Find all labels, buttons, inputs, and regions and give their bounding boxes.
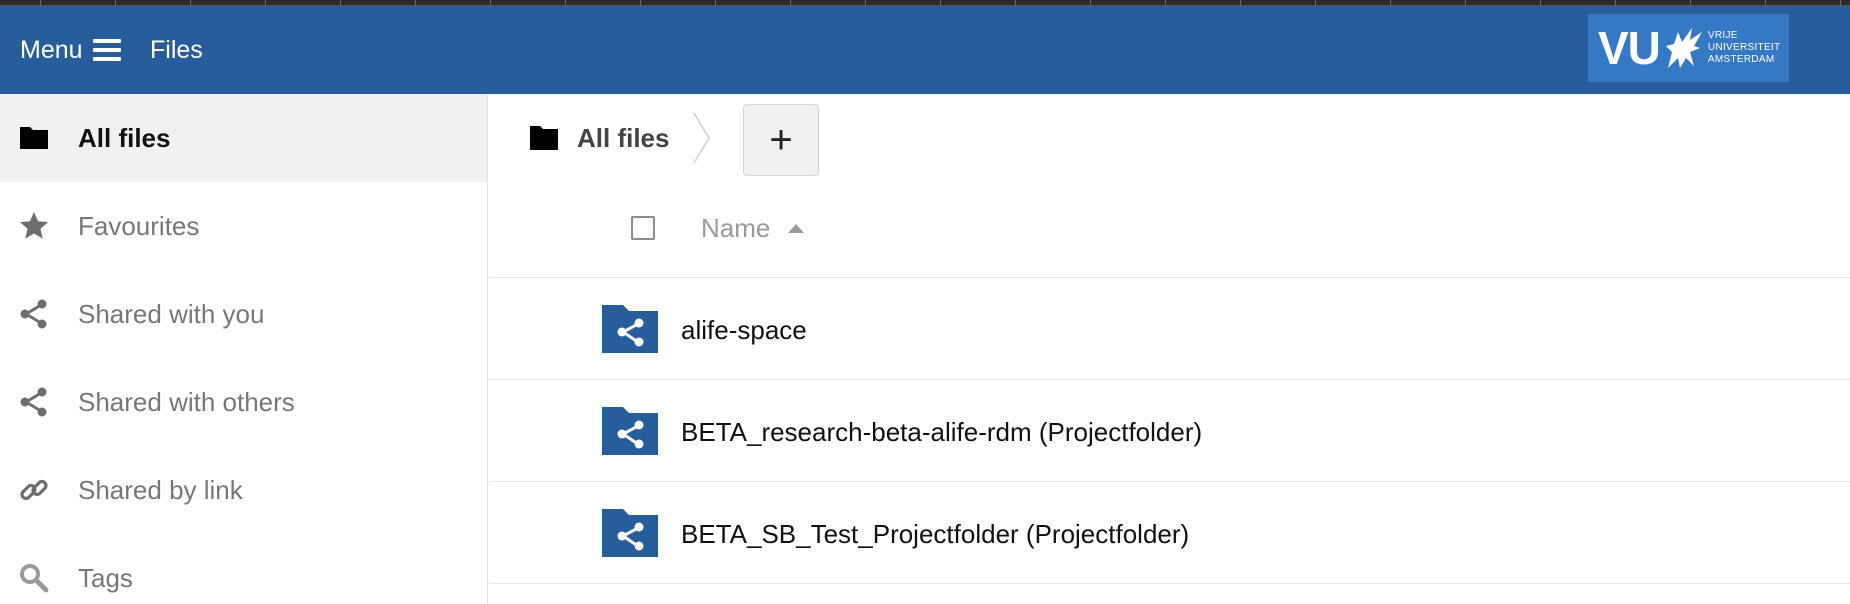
sidebar-item-label: Favourites [78, 210, 200, 241]
menu-button[interactable]: Menu [20, 32, 121, 68]
logo-university-name: VRIJE UNIVERSITEIT AMSTERDAM [1707, 30, 1781, 65]
new-button[interactable]: + [743, 104, 819, 176]
shared-folder-icon [602, 407, 658, 455]
breadcrumb-label: All files [577, 122, 670, 153]
table-row[interactable]: BETA_research-beta-alife-rdm (Projectfol… [489, 380, 1850, 482]
sidebar-item-label: Shared with others [78, 386, 295, 417]
shared-folder-icon [602, 305, 658, 353]
breadcrumb-separator-icon [693, 112, 710, 164]
file-list-area: All files + Name alife-space BETA_resear… [489, 94, 1850, 604]
sidebar-item-label: Tags [78, 562, 133, 593]
sidebar-item-shared-with-others[interactable]: Shared with others [0, 358, 487, 446]
sidebar-item-label: Shared by link [78, 474, 243, 505]
sidebar-item-shared-by-link[interactable]: Shared by link [0, 446, 487, 534]
sidebar-navigation: All files Favourites Shared with you Sha… [0, 94, 488, 604]
share-icon [20, 299, 47, 329]
file-name[interactable]: BETA_SB_Test_Projectfolder (Projectfolde… [681, 514, 1189, 554]
file-name[interactable]: alife-space [681, 310, 807, 350]
link-icon [20, 479, 48, 501]
sidebar-item-label: All files [78, 122, 171, 153]
breadcrumb-all-files[interactable]: All files [529, 118, 669, 158]
app-header: Menu Files VU VRIJE UNIVERSITEIT AMSTERD… [0, 6, 1850, 94]
folder-icon [530, 126, 558, 150]
table-header: Name [489, 182, 1850, 278]
share-icon [20, 387, 47, 417]
breadcrumb: All files + [489, 94, 1850, 182]
star-icon [20, 212, 48, 239]
shared-folder-icon [602, 509, 658, 557]
sort-ascending-icon [788, 223, 805, 233]
app-title[interactable]: Files [150, 32, 203, 68]
griffin-icon [1665, 28, 1702, 68]
sidebar-item-tags[interactable]: Tags [0, 534, 487, 604]
file-name[interactable]: BETA_research-beta-alife-rdm (Projectfol… [681, 412, 1202, 452]
select-all-checkbox[interactable] [631, 216, 655, 240]
sidebar-item-all-files[interactable]: All files [0, 94, 487, 182]
logo-text: VU [1598, 22, 1661, 74]
name-column-label: Name [701, 212, 771, 243]
hamburger-icon [92, 39, 121, 61]
table-row[interactable]: BETA_SB_Test_Projectfolder (Projectfolde… [489, 482, 1850, 584]
sidebar-item-label: Shared with you [78, 298, 265, 329]
sidebar-item-favourites[interactable]: Favourites [0, 182, 487, 270]
name-column-header[interactable]: Name [701, 210, 805, 246]
file-list: alife-space BETA_research-beta-alife-rdm… [489, 278, 1850, 584]
menu-label: Menu [20, 35, 83, 64]
folder-icon [20, 127, 48, 149]
vu-logo[interactable]: VU VRIJE UNIVERSITEIT AMSTERDAM [1588, 14, 1789, 82]
sidebar-item-shared-with-you[interactable]: Shared with you [0, 270, 487, 358]
search-icon [20, 564, 49, 593]
table-row[interactable]: alife-space [489, 278, 1850, 380]
